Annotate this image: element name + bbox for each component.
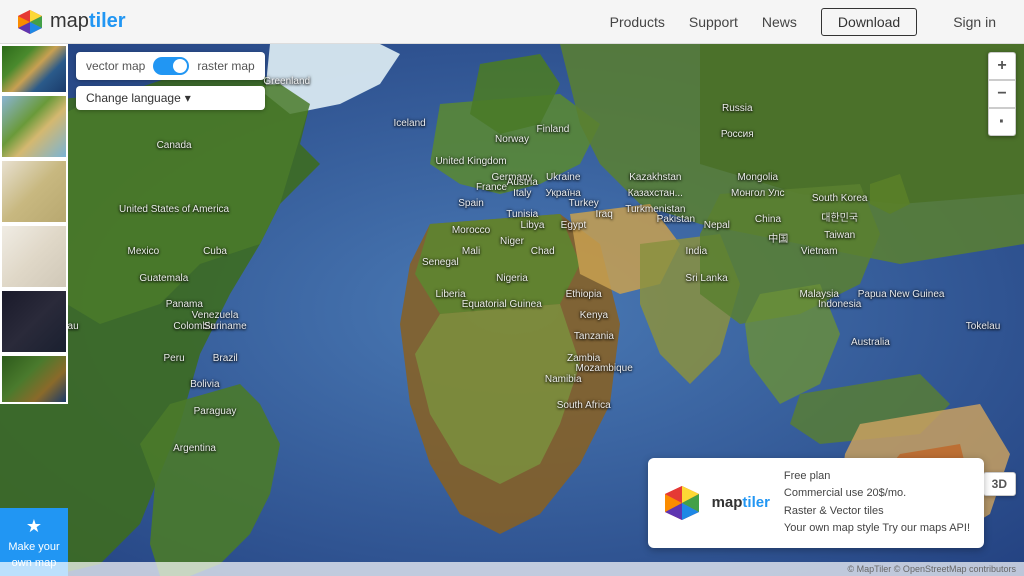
make-map-line1: Make your bbox=[8, 541, 59, 553]
thumbnail-satellite[interactable] bbox=[0, 44, 68, 94]
toggle-switch[interactable] bbox=[153, 57, 189, 75]
info-logo-text: maptiler bbox=[712, 494, 770, 511]
vector-map-label: vector map bbox=[86, 59, 145, 73]
thumbnail-hybrid[interactable] bbox=[0, 354, 68, 404]
info-style: Your own map style bbox=[784, 522, 880, 534]
maptiler-info-logo bbox=[662, 483, 702, 523]
star-icon: ★ bbox=[26, 516, 42, 537]
zoom-controls: + − · bbox=[988, 52, 1016, 136]
toggle-knob bbox=[173, 59, 187, 73]
zoom-out-button[interactable]: − bbox=[988, 80, 1016, 108]
logo[interactable]: maptiler bbox=[16, 8, 126, 36]
thumbnail-streets[interactable] bbox=[0, 159, 68, 224]
navigation: Products Support News Download Sign in bbox=[610, 8, 1008, 36]
zoom-in-button[interactable]: + bbox=[988, 52, 1016, 80]
sidebar-thumbnails bbox=[0, 44, 70, 404]
signin-button[interactable]: Sign in bbox=[941, 9, 1008, 35]
change-language-button[interactable]: Change language ▾ bbox=[76, 86, 265, 110]
map-container[interactable]: GreenlandIcelandCanadaRussiaРоссияNorway… bbox=[0, 44, 1024, 576]
thumbnail-dark[interactable] bbox=[0, 289, 68, 354]
thumbnail-light[interactable] bbox=[0, 224, 68, 289]
chevron-down-icon: ▾ bbox=[185, 91, 191, 105]
raster-map-label: raster map bbox=[197, 59, 254, 73]
thumbnail-topo[interactable] bbox=[0, 94, 68, 159]
zoom-reset-button[interactable]: · bbox=[988, 108, 1016, 136]
maptiler-logo-icon bbox=[16, 8, 44, 36]
nav-products[interactable]: Products bbox=[610, 14, 665, 30]
info-commercial: Commercial use 20$/mo. bbox=[784, 487, 906, 499]
attribution: © MapTiler © OpenStreetMap contributors bbox=[0, 562, 1024, 576]
map-top-controls: vector map raster map Change language ▾ bbox=[76, 52, 265, 110]
info-text: Free plan Commercial use 20$/mo. Raster … bbox=[784, 468, 970, 538]
info-plan: Free plan bbox=[784, 470, 830, 482]
try-api-link[interactable]: Try our maps API! bbox=[882, 522, 970, 534]
3d-button[interactable]: 3D bbox=[983, 472, 1016, 496]
info-card: maptiler Free plan Commercial use 20$/mo… bbox=[648, 458, 984, 548]
nav-support[interactable]: Support bbox=[689, 14, 738, 30]
info-tiles: Raster & Vector tiles bbox=[784, 505, 884, 517]
header: maptiler Products Support News Download … bbox=[0, 0, 1024, 44]
nav-news[interactable]: News bbox=[762, 14, 797, 30]
change-language-label: Change language bbox=[86, 91, 181, 105]
download-button[interactable]: Download bbox=[821, 8, 917, 36]
map-type-toggle[interactable]: vector map raster map bbox=[76, 52, 265, 80]
logo-text: maptiler bbox=[50, 10, 126, 33]
